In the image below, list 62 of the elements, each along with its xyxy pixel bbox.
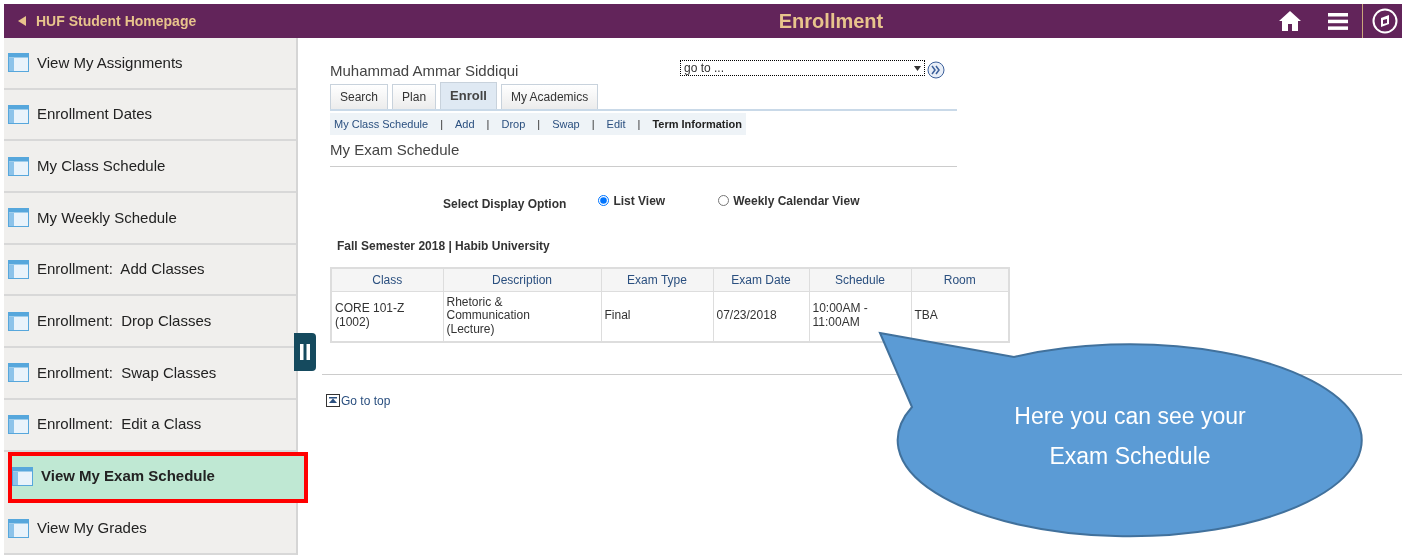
tab[interactable]: Enroll	[440, 82, 497, 109]
sub-nav-link[interactable]: My Class Schedule	[334, 115, 429, 132]
page-icon	[8, 518, 29, 538]
sidebar-item[interactable]: My Weekly Schedule	[4, 193, 296, 245]
go-to-top-icon	[326, 394, 340, 408]
page-icon	[12, 466, 33, 486]
sidebar-item[interactable]: My Class Schedule	[4, 141, 296, 194]
sidebar-item[interactable]: Enrollment: Drop Classes	[4, 296, 296, 349]
back-arrow-icon	[18, 16, 26, 26]
sidebar-item[interactable]: View My Grades	[4, 503, 296, 555]
sidebar-item[interactable]: Enrollment: Swap Classes	[4, 348, 296, 400]
separator: |	[537, 116, 541, 132]
navigation-compass-icon[interactable]	[1372, 8, 1398, 34]
column-header: Class	[331, 267, 443, 291]
separator: |	[486, 116, 490, 132]
display-option-label: Select Display Option	[443, 195, 567, 213]
sidebar-item[interactable]: View My Assignments	[4, 38, 296, 90]
section-title: My Exam Schedule	[330, 139, 957, 167]
page-header-title: Enrollment	[778, 9, 884, 34]
goto-dropdown[interactable]: go to ...	[680, 60, 925, 77]
collapse-sidebar-button[interactable]	[294, 333, 316, 371]
column-header: Exam Date	[713, 267, 809, 291]
back-link[interactable]: HUF Student Homepage	[4, 10, 384, 32]
sidebar-item[interactable]: View My Exam Schedule	[8, 451, 308, 504]
radio-button[interactable]	[718, 195, 730, 206]
sidebar-item[interactable]: Enrollment Dates	[4, 89, 296, 142]
page-icon	[8, 363, 29, 383]
radio-label: List View	[613, 192, 666, 210]
term-heading: Fall Semester 2018 | Habib University	[337, 237, 551, 255]
page-icon	[8, 105, 29, 125]
menu-icon[interactable]	[1328, 12, 1348, 30]
student-name: Muhammad Ammar Siddiqui	[330, 61, 520, 81]
back-label: HUF Student Homepage	[36, 11, 197, 31]
tab[interactable]: My Academics	[500, 83, 599, 109]
go-to-top-link[interactable]: Go to top	[326, 391, 391, 410]
dropdown-caret-icon	[914, 65, 921, 71]
column-header: Exam Type	[601, 267, 713, 291]
radio-button[interactable]	[598, 195, 610, 206]
tab[interactable]: Search	[330, 83, 389, 109]
tab[interactable]: Plan	[392, 83, 437, 109]
radio-label: Weekly Calendar View	[733, 192, 860, 210]
separator: |	[591, 116, 595, 132]
sub-nav-link[interactable]: Swap	[552, 115, 580, 132]
column-header: Room	[911, 267, 1009, 291]
page-icon	[8, 156, 29, 176]
sidebar-item[interactable]: Enrollment: Add Classes	[4, 244, 296, 297]
pause-icon	[300, 344, 310, 360]
page-icon	[8, 415, 29, 435]
page-icon	[8, 260, 29, 280]
sub-nav-link[interactable]: Drop	[501, 115, 526, 132]
column-header: Description	[443, 267, 601, 291]
separator: |	[440, 116, 443, 132]
sub-nav-link[interactable]: Edit	[606, 115, 626, 132]
callout-text: Here you can see your Exam Schedule	[1013, 402, 1247, 471]
page-icon	[8, 311, 29, 331]
home-icon[interactable]	[1278, 10, 1302, 32]
separator: |	[637, 116, 641, 132]
page-icon	[8, 53, 29, 73]
page-icon	[8, 208, 29, 228]
column-header: Schedule	[809, 267, 911, 291]
sub-nav-link[interactable]: Add	[455, 115, 475, 132]
current-page-label: Term Information	[652, 116, 742, 132]
